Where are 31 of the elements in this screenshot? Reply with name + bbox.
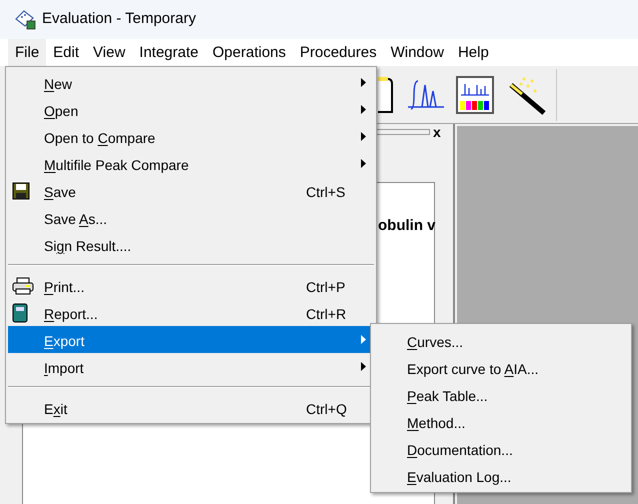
menu-item[interactable]: Report... Ctrl+R [8,299,374,326]
menu-item[interactable]: Export curve to AIA... [371,354,631,381]
menu-item[interactable]: Save As... [8,204,374,231]
menu-item[interactable]: File [8,39,46,66]
printer-icon [12,276,34,294]
close-button[interactable]: x [433,125,441,139]
window-title: Evaluation - Temporary [42,9,196,30]
document-icon [378,76,394,114]
document-text: obulin v [378,216,436,236]
shortcut-text: Ctrl+P [306,278,346,297]
chart-icon [456,76,494,114]
notebook-icon [12,302,28,322]
menu-item[interactable]: Exit Ctrl+Q [8,394,374,421]
menu-item[interactable]: Method... [371,408,631,435]
menu-item[interactable]: Multifile Peak Compare [8,150,374,177]
menu-item[interactable]: Open [8,96,374,123]
shortcut-text: Ctrl+R [306,305,346,324]
menu-item[interactable]: New [8,69,374,96]
menu-item[interactable]: Save Ctrl+S [8,177,374,204]
app-icon [14,10,36,30]
menu-item[interactable]: Import [8,353,374,380]
menu-item[interactable]: Open to Compare [8,123,374,150]
menu-item[interactable]: Peak Table... [371,381,631,408]
menu-item[interactable]: Curves... [371,327,631,354]
magic-wand-icon [508,74,548,114]
menu-item[interactable]: Print... Ctrl+P [8,272,374,299]
menu-item[interactable]: Sign Result.... [8,231,374,258]
menu-item[interactable]: Documentation... [371,435,631,462]
menu-item[interactable]: Evaluation Log... [371,462,631,489]
shortcut-text: Ctrl+S [306,183,346,202]
shortcut-text: Ctrl+Q [306,400,347,419]
